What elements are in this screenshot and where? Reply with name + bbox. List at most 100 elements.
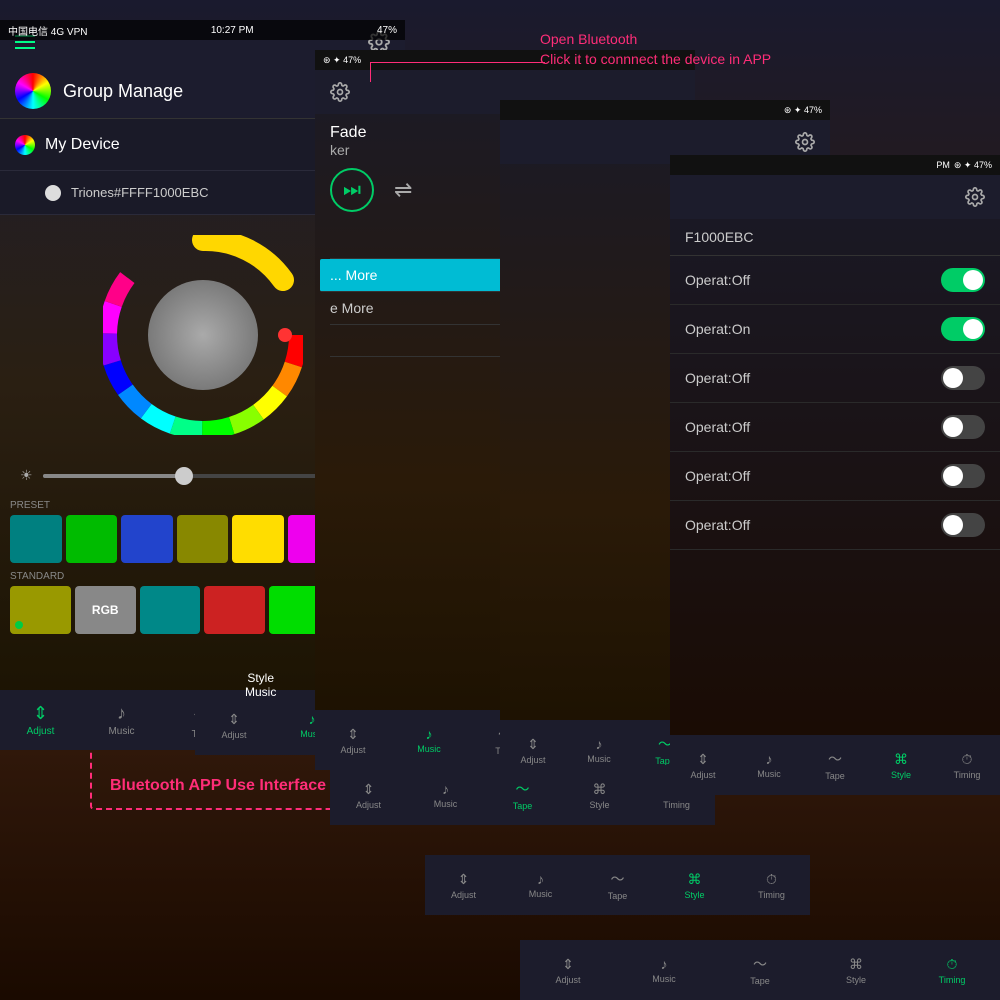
preset-swatch-4[interactable] <box>177 515 229 563</box>
standard-swatch-4[interactable] <box>204 586 265 634</box>
nav5-adjust-label: Adjust <box>555 975 580 985</box>
color-wheel-ring[interactable] <box>103 235 303 435</box>
bluetooth-annotation-title: Open Bluetooth <box>540 30 771 50</box>
music-icon: ♪ <box>117 703 126 724</box>
nav4-timing[interactable]: ⏱ Timing <box>733 871 810 900</box>
toggle-3[interactable] <box>941 366 985 390</box>
toggle-5[interactable] <box>941 464 985 488</box>
operat-label-6: Operat:Off <box>685 517 750 533</box>
style-nav-timing-icon: ⏱ <box>962 751 973 768</box>
nav4-music[interactable]: ♪ Music <box>502 871 579 899</box>
operat-label-3: Operat:Off <box>685 370 750 386</box>
style-settings-icon[interactable] <box>965 187 985 207</box>
toggle-thumb-1 <box>963 270 983 290</box>
toggle-row-4: Operat:Off <box>670 403 1000 452</box>
nav5-music-label: Music <box>652 974 676 984</box>
nav4-tape-label: Tape <box>608 891 628 901</box>
tape-status-bar: ⊛ ✦ 47% <box>500 100 830 120</box>
nav2-adjust[interactable]: ⇕ Adjust <box>195 711 273 740</box>
toggle-thumb-6 <box>943 515 963 535</box>
style-nav-style[interactable]: ⌘ Style <box>868 751 934 780</box>
nav4-timing-icon: ⏱ <box>766 871 777 888</box>
preset-swatch-2[interactable] <box>66 515 118 563</box>
third-nav-overlay: ⇕ Adjust ♪ Music 〜 Tape ⌘ Style ⏱ Timing <box>330 765 715 825</box>
preset-swatch-5[interactable] <box>232 515 284 563</box>
operat-label-2: Operat:On <box>685 321 750 337</box>
style-nav-tape[interactable]: 〜 Tape <box>802 749 868 781</box>
nav5-music[interactable]: ♪ Music <box>616 956 712 984</box>
play-button[interactable]: ⏭ <box>330 168 374 212</box>
music-label-text: Music <box>245 685 276 699</box>
toggle-thumb-5 <box>943 466 963 486</box>
nav4-style[interactable]: ⌘ Style <box>656 871 733 900</box>
tape-settings-icon[interactable] <box>795 132 815 152</box>
nav5-tape[interactable]: 〜 Tape <box>712 954 808 986</box>
nav3-style[interactable]: ⌘ Style <box>561 781 638 810</box>
standard-swatch-rgb[interactable]: RGB <box>75 586 136 634</box>
style-label-text: Style <box>245 671 276 685</box>
brightness-slider[interactable] <box>43 474 358 478</box>
group-manage-title: Group Manage <box>63 81 183 102</box>
toggle-2[interactable] <box>941 317 985 341</box>
tape-nav-adjust-icon: ⇕ <box>527 736 539 753</box>
nav2-adjust-icon: ⇕ <box>228 711 240 728</box>
tape-nav-adjust-label: Adjust <box>520 755 545 765</box>
music-settings-icon[interactable] <box>330 82 350 102</box>
active-indicator <box>15 621 23 629</box>
nav5-adjust[interactable]: ⇕ Adjust <box>520 956 616 985</box>
triones-dot <box>45 185 61 201</box>
preset-swatch-3[interactable] <box>121 515 173 563</box>
active-track-name: ... More <box>330 267 377 283</box>
tape-nav-music-icon: ♪ <box>596 736 603 752</box>
nav-adjust-label: Adjust <box>27 726 55 737</box>
nav3-style-icon: ⌘ <box>593 781 607 798</box>
style-nav-timing[interactable]: ⏱ Timing <box>934 751 1000 780</box>
nav-music[interactable]: ♪ Music <box>81 703 162 737</box>
music-nav-music-icon: ♪ <box>426 726 433 742</box>
nav4-music-label: Music <box>529 889 553 899</box>
music-nav-music[interactable]: ♪ Music <box>391 726 467 754</box>
shuffle-icon[interactable]: ⇌ <box>394 177 412 203</box>
battery-text: 47% <box>377 25 397 36</box>
color-wheel-center <box>148 280 258 390</box>
toggle-1[interactable] <box>941 268 985 292</box>
style-nav-adjust[interactable]: ⇕ Adjust <box>670 751 736 780</box>
nav-music-label: Music <box>108 726 134 737</box>
fourth-nav-overlay: ⇕ Adjust ♪ Music 〜 Tape ⌘ Style ⏱ Timing <box>425 855 810 915</box>
toggle-thumb-3 <box>943 368 963 388</box>
nav3-style-label: Style <box>589 800 609 810</box>
toggle-6[interactable] <box>941 513 985 537</box>
toggle-row-2: Operat:On <box>670 305 1000 354</box>
tape-nav-music[interactable]: ♪ Music <box>566 736 632 764</box>
nav5-style[interactable]: ⌘ Style <box>808 956 904 985</box>
operat-label-5: Operat:Off <box>685 468 750 484</box>
style-pm-text: PM <box>936 160 950 170</box>
toggle-4[interactable] <box>941 415 985 439</box>
nav4-adjust[interactable]: ⇕ Adjust <box>425 871 502 900</box>
fifth-nav-overlay: ⇕ Adjust ♪ Music 〜 Tape ⌘ Style ⏱ Timing <box>520 940 1000 1000</box>
annotation-line-horizontal <box>370 62 545 63</box>
style-nav-music[interactable]: ♪ Music <box>736 751 802 779</box>
style-nav-tape-label: Tape <box>825 771 845 781</box>
style-nav-style-label: Style <box>891 770 911 780</box>
tape-nav-music-label: Music <box>587 754 611 764</box>
nav-adjust[interactable]: ⇕ Adjust <box>0 703 81 737</box>
music-nav-adjust[interactable]: ⇕ Adjust <box>315 726 391 755</box>
toggle-row-3: Operat:Off <box>670 354 1000 403</box>
tape-nav-adjust[interactable]: ⇕ Adjust <box>500 736 566 765</box>
nav4-tape-icon: 〜 <box>611 869 625 889</box>
standard-swatch-1[interactable] <box>10 586 71 634</box>
preset-swatch-1[interactable] <box>10 515 62 563</box>
nav5-timing[interactable]: ⏱ Timing <box>904 956 1000 985</box>
slider-thumb[interactable] <box>175 467 193 485</box>
nav3-adjust[interactable]: ⇕ Adjust <box>330 781 407 810</box>
bluetooth-annotation-desc: Click it to connnect the device in APP <box>540 50 771 70</box>
adjust-icon: ⇕ <box>33 703 48 724</box>
standard-swatch-3[interactable] <box>140 586 201 634</box>
nav5-style-label: Style <box>846 975 866 985</box>
nav3-tape[interactable]: 〜 Tape <box>484 779 561 811</box>
operat-label-4: Operat:Off <box>685 419 750 435</box>
nav3-adjust-label: Adjust <box>356 800 381 810</box>
nav3-music[interactable]: ♪ Music <box>407 781 484 809</box>
nav4-tape[interactable]: 〜 Tape <box>579 869 656 901</box>
